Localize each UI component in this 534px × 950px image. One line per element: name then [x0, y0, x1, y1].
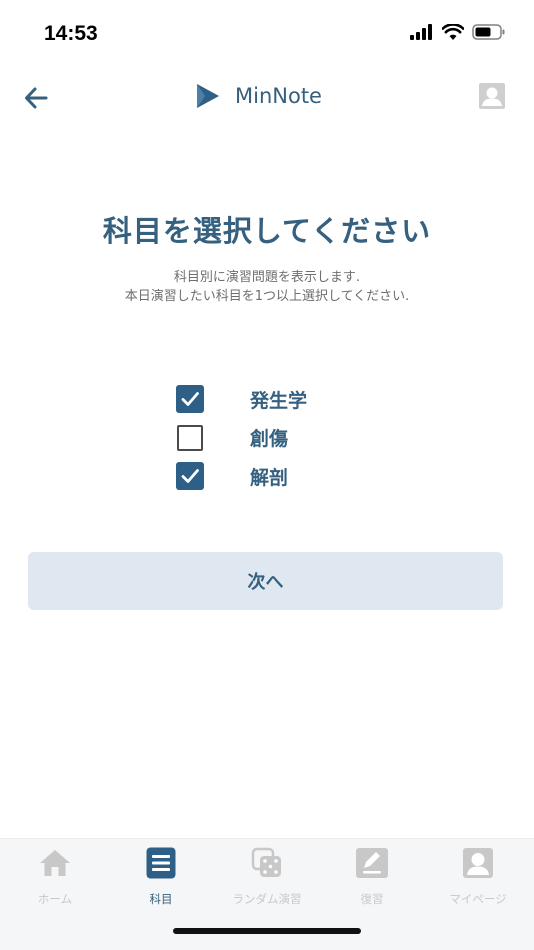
arrow-left-icon	[25, 87, 48, 109]
subject-checkbox[interactable]	[177, 424, 203, 451]
status-icons	[410, 24, 506, 40]
subject-list: 発生学 創傷 解剖	[176, 380, 376, 496]
user-icon	[463, 848, 493, 878]
brand-name: MinNote	[235, 84, 322, 108]
page-title: 科目を選択してください	[102, 214, 432, 248]
profile-button[interactable]	[478, 82, 506, 110]
subject-label: 創傷	[250, 428, 289, 451]
check-icon	[181, 392, 199, 407]
tab-review[interactable]: 復習	[319, 847, 425, 907]
battery-icon	[472, 24, 505, 40]
subject-option-anatomy[interactable]: 解剖	[176, 457, 376, 496]
tab-random-practice[interactable]: ランダム演習	[214, 847, 320, 907]
signal-icon	[410, 24, 432, 40]
home-indicator	[173, 928, 361, 934]
next-button[interactable]: 次へ	[28, 552, 503, 610]
status-time: 14:53	[44, 22, 98, 45]
tab-my-page[interactable]: マイページ	[425, 847, 531, 907]
subject-label: 解剖	[250, 466, 289, 489]
back-button[interactable]	[22, 84, 50, 112]
user-icon	[479, 83, 505, 109]
subject-option-embryology[interactable]: 発生学	[176, 380, 376, 419]
tab-label: ランダム演習	[232, 892, 302, 906]
description-line: 本日演習したい科目を1つ以上選択してください.	[124, 289, 410, 304]
description: 科目別に演習問題を表示します. 本日演習したい科目を1つ以上選択してください.	[0, 268, 534, 306]
home-icon	[40, 850, 70, 876]
status-bar: 14:53	[0, 0, 534, 64]
check-icon	[181, 469, 199, 484]
subject-checkbox[interactable]	[176, 462, 204, 491]
edit-icon	[356, 848, 388, 878]
tab-label: 復習	[360, 892, 384, 906]
dice-icon	[251, 847, 281, 877]
play-logo-icon	[197, 84, 219, 108]
tab-label: ホーム	[37, 892, 73, 906]
brand: MinNote	[195, 82, 322, 110]
app-header: MinNote	[0, 70, 534, 126]
tab-label: マイページ	[449, 892, 507, 906]
tab-subjects[interactable]: 科目	[108, 847, 214, 907]
subject-option-wound[interactable]: 創傷	[176, 419, 376, 458]
list-icon	[146, 847, 176, 879]
subject-label: 発生学	[250, 389, 308, 412]
subject-checkbox[interactable]	[176, 385, 204, 414]
wifi-icon	[442, 24, 464, 40]
description-line: 科目別に演習問題を表示します.	[173, 270, 361, 285]
tab-home[interactable]: ホーム	[2, 847, 108, 907]
tab-label: 科目	[149, 892, 173, 906]
